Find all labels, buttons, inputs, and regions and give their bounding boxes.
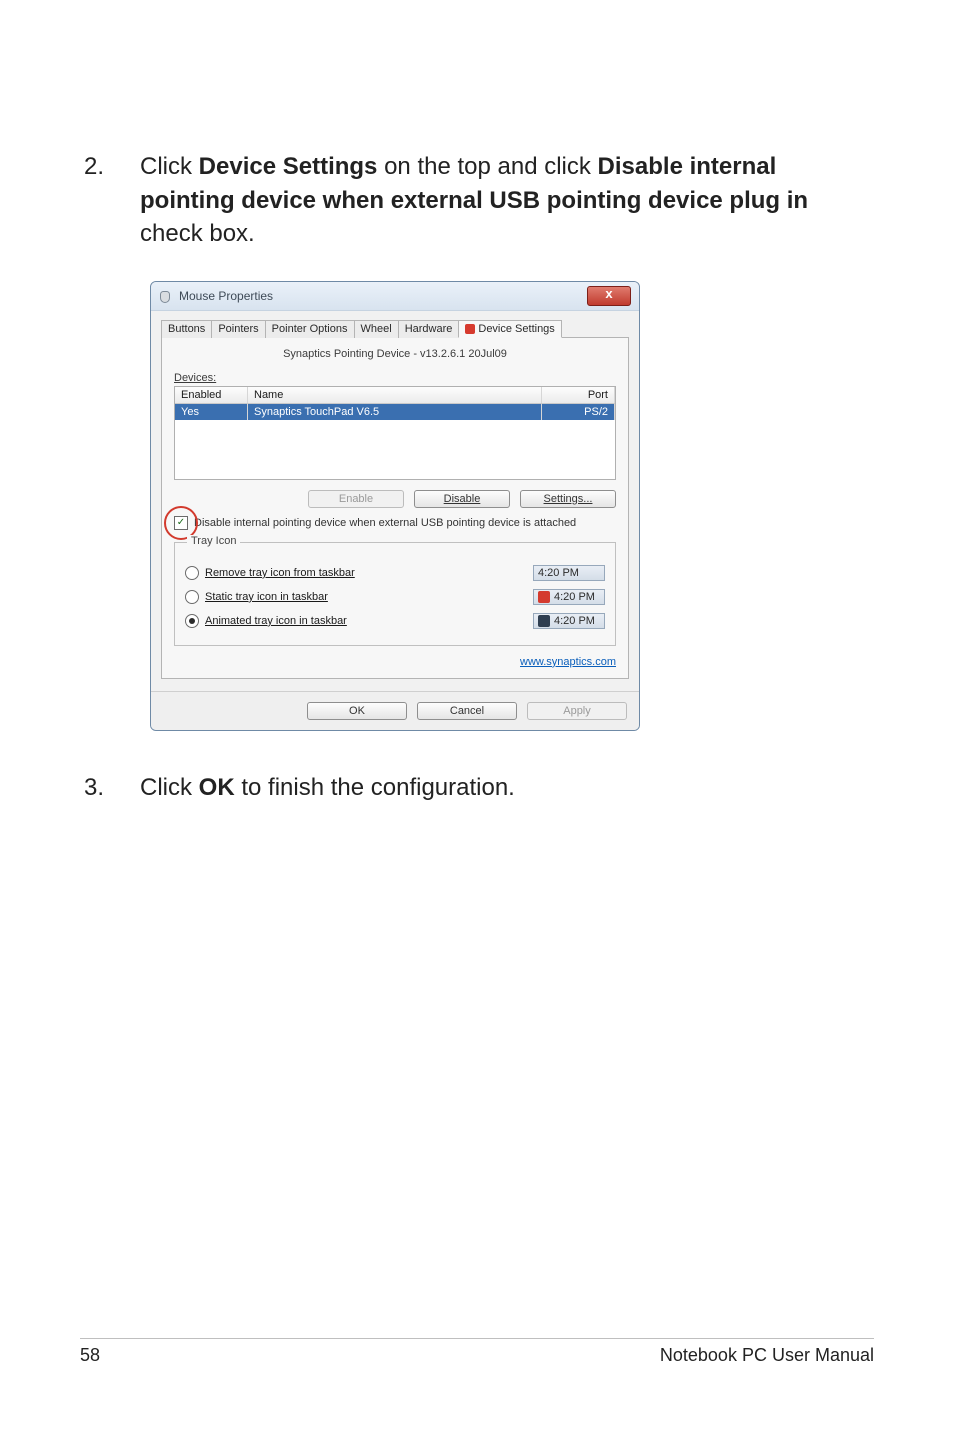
tray-icon-legend: Tray Icon xyxy=(187,535,240,547)
tray-icon-fieldset: Tray Icon Remove tray icon from taskbar … xyxy=(174,542,616,646)
tab-pointer-options[interactable]: Pointer Options xyxy=(265,320,355,338)
synaptics-icon xyxy=(465,324,475,334)
synaptics-link-row: www.synaptics.com xyxy=(174,656,616,668)
titlebar-left: Mouse Properties xyxy=(159,289,273,303)
mouse-properties-dialog: Mouse Properties x Buttons Pointers Poin… xyxy=(150,281,640,731)
manual-title: Notebook PC User Manual xyxy=(660,1345,874,1366)
tab-hardware-label: Hardware xyxy=(405,323,453,335)
device-port: PS/2 xyxy=(542,404,615,420)
apply-button: Apply xyxy=(527,702,627,720)
disable-internal-checkbox[interactable]: ✓ xyxy=(174,516,188,530)
tab-hardware[interactable]: Hardware xyxy=(398,320,460,338)
header-name[interactable]: Name xyxy=(248,387,542,403)
page-number: 58 xyxy=(80,1345,100,1366)
radio-dot-icon xyxy=(189,618,195,624)
tray-sample-static: 4:20 PM xyxy=(533,589,605,605)
devices-header-row: Enabled Name Port xyxy=(175,387,615,404)
step-3-number: 3. xyxy=(80,771,104,805)
tray-radio-remove-label: Remove tray icon from taskbar xyxy=(205,567,355,579)
header-enabled[interactable]: Enabled xyxy=(175,387,248,403)
tray-animated-icon xyxy=(538,615,550,627)
step-2-text: Click Device Settings on the top and cli… xyxy=(140,150,874,251)
devices-label-text: Devices: xyxy=(174,372,216,384)
tab-pointer-options-label: Pointer Options xyxy=(272,323,348,335)
tab-strip: Buttons Pointers Pointer Options Wheel H… xyxy=(161,319,629,338)
tray-sample-animated-time: 4:20 PM xyxy=(554,615,595,627)
step-2-number: 2. xyxy=(80,150,104,184)
disable-button-label: Disable xyxy=(444,493,481,505)
tray-radio-static-label: Static tray icon in taskbar xyxy=(205,591,328,603)
tray-radio-remove[interactable] xyxy=(185,566,199,580)
titlebar: Mouse Properties x xyxy=(151,282,639,311)
tab-buttons-label: Buttons xyxy=(168,323,205,335)
ok-button[interactable]: OK xyxy=(307,702,407,720)
tray-sample-remove-time: 4:20 PM xyxy=(538,567,579,579)
tray-radio-static[interactable] xyxy=(185,590,199,604)
step-3-bold-1: OK xyxy=(199,774,235,801)
tab-buttons[interactable]: Buttons xyxy=(161,320,212,338)
tab-wheel[interactable]: Wheel xyxy=(354,320,399,338)
tray-radio-animated-label: Animated tray icon in taskbar xyxy=(205,615,347,627)
device-row[interactable]: Yes Synaptics TouchPad V6.5 PS/2 xyxy=(175,404,615,420)
tab-pointers-label: Pointers xyxy=(218,323,258,335)
cancel-button[interactable]: Cancel xyxy=(417,702,517,720)
page: 2. Click Device Settings on the top and … xyxy=(0,0,954,1438)
dialog-body: Buttons Pointers Pointer Options Wheel H… xyxy=(151,311,639,691)
tray-sample-animated: 4:20 PM xyxy=(533,613,605,629)
tab-pointers[interactable]: Pointers xyxy=(211,320,265,338)
device-enabled: Yes xyxy=(175,404,248,420)
disable-internal-checkbox-label: Disable internal pointing device when ex… xyxy=(194,517,576,529)
dialog-button-row: OK Cancel Apply xyxy=(151,691,639,730)
step-2-bold-1: Device Settings xyxy=(199,153,378,180)
enable-button: Enable xyxy=(308,490,404,508)
synaptics-link[interactable]: www.synaptics.com xyxy=(520,656,616,668)
driver-version-text: Synaptics Pointing Device - v13.2.6.1 20… xyxy=(174,348,616,360)
settings-button-label: Settings... xyxy=(544,493,593,505)
devices-list[interactable]: Enabled Name Port Yes Synaptics TouchPad… xyxy=(174,386,616,480)
step-2-text-before: Click xyxy=(140,153,199,180)
step-2-text-mid: on the top and click xyxy=(384,153,597,180)
step-3-text-before: Click xyxy=(140,774,199,801)
device-buttons: Enable Disable Settings... xyxy=(174,490,616,508)
tray-radio-animated[interactable] xyxy=(185,614,199,628)
tab-device-settings-label: Device Settings xyxy=(478,323,554,335)
disable-internal-checkbox-row: ✓ Disable internal pointing device when … xyxy=(174,516,616,530)
page-footer: 58 Notebook PC User Manual xyxy=(80,1338,874,1366)
step-3: 3. Click OK to finish the configuration. xyxy=(80,771,874,805)
tab-device-settings[interactable]: Device Settings xyxy=(458,320,561,338)
tray-static-icon xyxy=(538,591,550,603)
mouse-icon xyxy=(159,289,173,303)
step-2: 2. Click Device Settings on the top and … xyxy=(80,150,874,251)
mouse-properties-screenshot: Mouse Properties x Buttons Pointers Poin… xyxy=(150,281,640,731)
settings-button[interactable]: Settings... xyxy=(520,490,616,508)
devices-label: Devices: xyxy=(174,372,616,384)
tray-option-animated: Animated tray icon in taskbar 4:20 PM xyxy=(185,613,605,629)
dialog-title: Mouse Properties xyxy=(179,289,273,303)
step-3-text-after: to finish the configuration. xyxy=(241,774,515,801)
device-name: Synaptics TouchPad V6.5 xyxy=(248,404,542,420)
header-port[interactable]: Port xyxy=(542,387,615,403)
disable-button[interactable]: Disable xyxy=(414,490,510,508)
tray-option-static: Static tray icon in taskbar 4:20 PM xyxy=(185,589,605,605)
tray-sample-remove: 4:20 PM xyxy=(533,565,605,581)
tab-panel: Synaptics Pointing Device - v13.2.6.1 20… xyxy=(161,338,629,679)
close-button[interactable]: x xyxy=(587,286,631,306)
step-2-text-after: check box. xyxy=(140,220,255,247)
tab-wheel-label: Wheel xyxy=(361,323,392,335)
step-3-text: Click OK to finish the configuration. xyxy=(140,771,874,805)
tray-sample-static-time: 4:20 PM xyxy=(554,591,595,603)
tray-option-remove: Remove tray icon from taskbar 4:20 PM xyxy=(185,565,605,581)
